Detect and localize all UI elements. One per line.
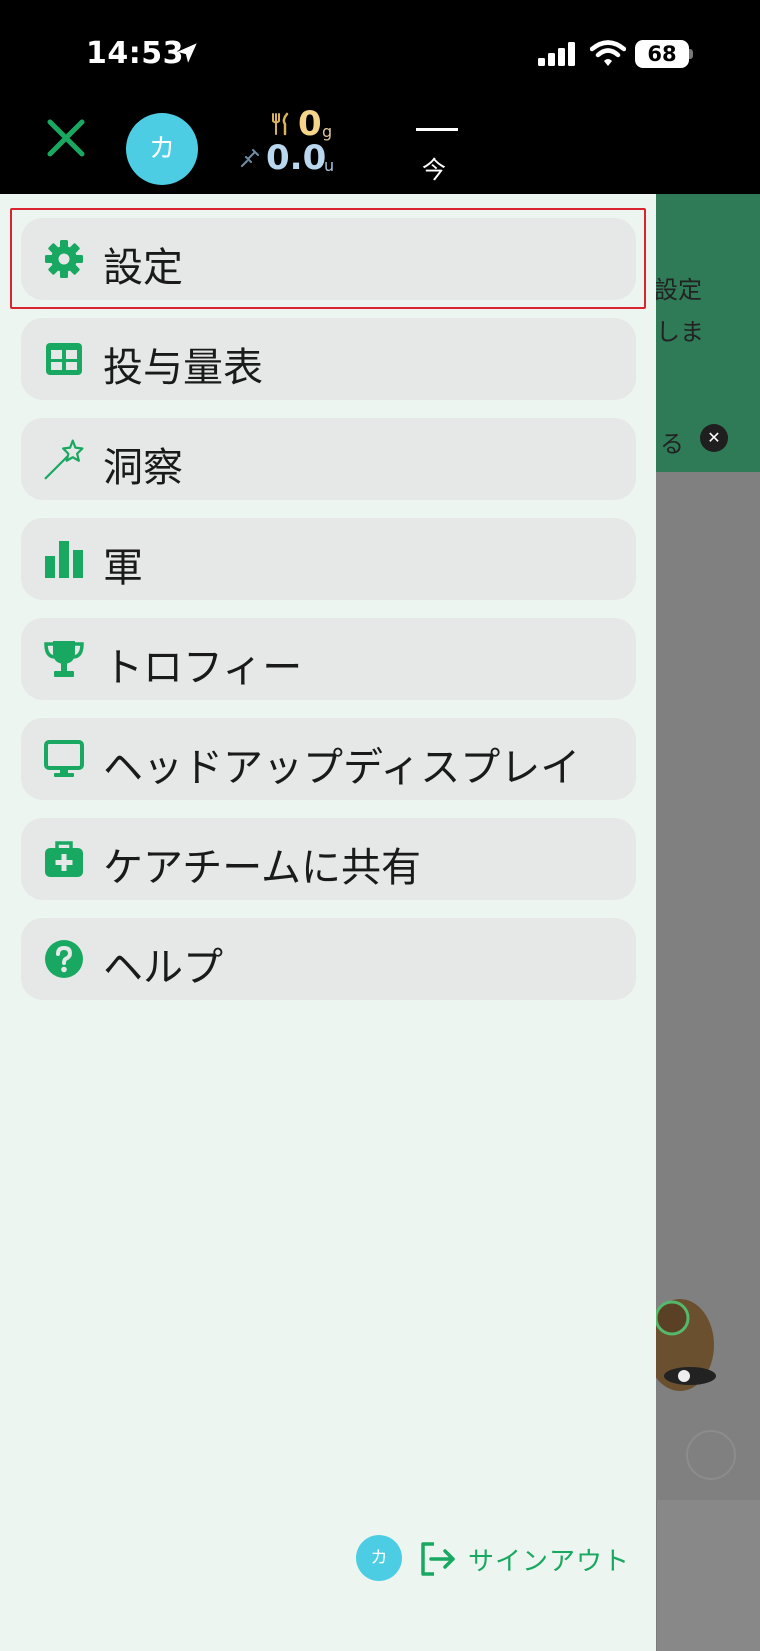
status-bar: 14:53 68 [0, 0, 760, 110]
insulin-unit: u [324, 156, 335, 175]
menu-item-trophies[interactable]: トロフィー [21, 618, 636, 700]
menu-item-label: 設定 [103, 245, 183, 291]
background-tab-bar [656, 1500, 760, 1651]
medical-bag-icon [43, 838, 85, 880]
syringe-icon [241, 149, 259, 167]
menu-item-share-care-team[interactable]: ケアチームに共有 [21, 818, 636, 900]
menu-item-label: ヘルプ [103, 945, 223, 991]
menu-item-label: トロフィー [103, 645, 303, 691]
menu-item-help[interactable]: ヘルプ [21, 918, 636, 1000]
battery-cap [689, 49, 693, 59]
trophy-icon [43, 638, 85, 680]
menu-item-heads-up-display[interactable]: ヘッドアップディスプレイ [21, 718, 636, 800]
background-circle [686, 1430, 736, 1480]
close-icon [47, 119, 85, 157]
sign-out-button[interactable]: サインアウト [420, 1538, 630, 1580]
app-header: カ 0 g 0.0 u 今 [0, 104, 760, 194]
sign-out-label: サインアウト [468, 1546, 631, 1577]
help-icon [43, 938, 85, 980]
menu-item-label: 軍 [103, 545, 143, 591]
magic-wand-icon [43, 438, 85, 480]
status-time: 14:53 [86, 36, 184, 71]
fork-knife-icon [272, 112, 289, 136]
bar-chart-icon [43, 538, 85, 580]
battery-indicator: 68 [635, 40, 689, 68]
time-dash [416, 128, 458, 131]
menu-item-settings[interactable]: 設定 [21, 218, 636, 300]
menu-item-label: 洞察 [103, 445, 183, 491]
background-close-icon: ✕ [700, 424, 728, 452]
wifi-icon [590, 40, 626, 66]
avatar: カ [356, 1535, 402, 1581]
monitor-icon [43, 738, 85, 780]
gear-icon [43, 238, 85, 280]
menu-item-label: ケアチームに共有 [103, 845, 421, 891]
time-now-label[interactable]: 今 [422, 150, 446, 185]
menu-item-dose-table[interactable]: 投与量表 [21, 318, 636, 400]
insulin-value: 0.0 [266, 138, 327, 178]
menu-item-army[interactable]: 軍 [21, 518, 636, 600]
mascot-illustration [646, 1299, 716, 1391]
table-icon [43, 338, 85, 380]
sign-out-icon [421, 1542, 455, 1576]
location-arrow-icon [177, 43, 197, 63]
menu-item-label: 投与量表 [103, 345, 263, 391]
background-text: 設定 [654, 276, 702, 304]
background-text: しま [656, 318, 704, 346]
avatar[interactable]: カ [126, 113, 198, 185]
menu-item-label: ヘッドアップディスプレイ [103, 745, 581, 791]
cellular-signal-icon [538, 42, 575, 66]
menu-item-insights[interactable]: 洞察 [21, 418, 636, 500]
close-button[interactable] [44, 116, 88, 160]
background-text: る [660, 430, 684, 458]
